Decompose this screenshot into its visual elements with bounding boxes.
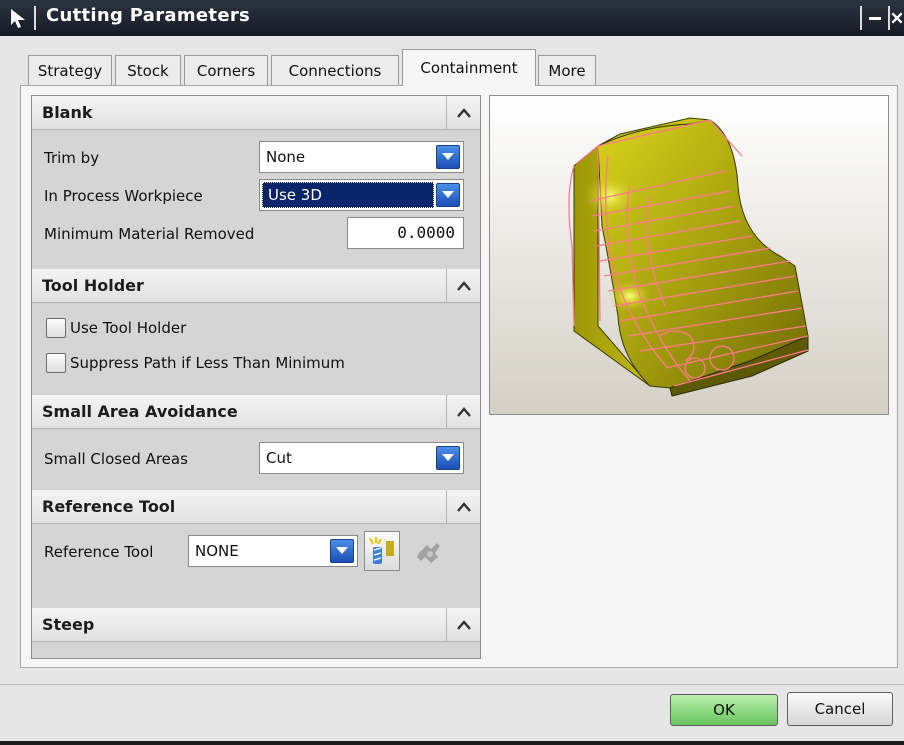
collapse-button[interactable] xyxy=(446,490,480,524)
small-closed-areas-value: Cut xyxy=(266,449,292,467)
section-reference-tool-header[interactable]: Reference Tool xyxy=(32,490,480,524)
collapse-button[interactable] xyxy=(446,269,480,303)
in-process-workpiece-value: Use 3D xyxy=(262,182,434,208)
cutting-parameters-dialog: Cutting Parameters Strategy Stock Corner… xyxy=(0,0,904,745)
section-tool-holder-header[interactable]: Tool Holder xyxy=(32,269,480,303)
select-tool-button[interactable] xyxy=(364,531,400,571)
use-tool-holder-label[interactable]: Use Tool Holder xyxy=(70,319,186,337)
tab-containment[interactable]: Containment xyxy=(402,49,536,86)
parameters-panel: Blank Trim by None In Process Workpiece … xyxy=(31,95,481,659)
containment-preview xyxy=(489,95,889,415)
collapse-up-icon xyxy=(456,281,471,291)
ok-button[interactable]: OK xyxy=(670,694,778,726)
use-tool-holder-checkbox[interactable] xyxy=(46,318,66,338)
collapse-up-icon xyxy=(456,108,471,118)
select-tool-icon xyxy=(369,537,394,564)
dropdown-arrow-icon[interactable] xyxy=(330,539,354,563)
suppress-path-checkbox[interactable] xyxy=(46,353,66,373)
in-process-workpiece-label: In Process Workpiece xyxy=(44,187,203,205)
suppress-path-label[interactable]: Suppress Path if Less Than Minimum xyxy=(70,354,345,372)
collapse-up-icon xyxy=(456,407,471,417)
collapse-up-icon xyxy=(456,620,471,630)
section-blank-body: Trim by None In Process Workpiece Use 3D… xyxy=(32,131,480,269)
title-bar: Cutting Parameters xyxy=(0,0,904,36)
trim-by-value: None xyxy=(266,148,306,166)
part-preview-image xyxy=(568,117,809,397)
window-title: Cutting Parameters xyxy=(46,5,251,26)
tab-corners[interactable]: Corners xyxy=(184,55,268,85)
collapse-button[interactable] xyxy=(446,608,480,642)
section-title: Small Area Avoidance xyxy=(42,402,238,421)
minimize-icon xyxy=(869,17,881,20)
reference-tool-dropdown[interactable]: NONE xyxy=(188,535,358,567)
trim-by-dropdown[interactable]: None xyxy=(259,141,464,173)
section-title: Tool Holder xyxy=(42,276,144,295)
section-reference-tool-body: Reference Tool NONE xyxy=(32,525,480,608)
collapse-up-icon xyxy=(456,502,471,512)
minimize-button[interactable] xyxy=(862,4,888,32)
section-steep-body xyxy=(32,643,480,658)
section-tool-holder-body: Use Tool Holder Suppress Path if Less Th… xyxy=(32,304,480,394)
dropdown-arrow-icon[interactable] xyxy=(436,183,460,207)
window-controls xyxy=(860,4,904,32)
minimum-material-removed-label: Minimum Material Removed xyxy=(44,225,255,243)
section-steep-header[interactable]: Steep xyxy=(32,608,480,642)
cursor-arrow-icon xyxy=(11,9,25,28)
reference-tool-label: Reference Tool xyxy=(44,543,154,561)
tab-stock[interactable]: Stock xyxy=(115,55,181,85)
dropdown-arrow-icon[interactable] xyxy=(436,446,460,470)
section-small-area-avoidance-header[interactable]: Small Area Avoidance xyxy=(32,395,480,429)
tab-content: Blank Trim by None In Process Workpiece … xyxy=(20,85,898,668)
footer-divider xyxy=(0,684,904,685)
cancel-button[interactable]: Cancel xyxy=(787,692,893,726)
tab-connections[interactable]: Connections xyxy=(271,55,399,85)
tab-strategy[interactable]: Strategy xyxy=(28,55,112,85)
reference-tool-value: NONE xyxy=(195,542,239,560)
section-title: Steep xyxy=(42,615,95,634)
window-bottom-edge xyxy=(0,741,904,745)
dropdown-arrow-icon[interactable] xyxy=(436,145,460,169)
section-title: Reference Tool xyxy=(42,497,176,516)
display-tool-button[interactable] xyxy=(410,531,446,571)
minimum-material-removed-input[interactable]: 0.0000 xyxy=(347,217,464,249)
trim-by-label: Trim by xyxy=(44,149,100,167)
section-small-area-avoidance-body: Small Closed Areas Cut xyxy=(32,430,480,489)
section-title: Blank xyxy=(42,103,93,122)
close-button[interactable] xyxy=(890,4,904,32)
tab-more[interactable]: More xyxy=(538,55,596,85)
small-closed-areas-label: Small Closed Areas xyxy=(44,450,188,468)
collapse-button[interactable] xyxy=(446,395,480,429)
section-blank-header[interactable]: Blank xyxy=(32,96,480,130)
small-closed-areas-dropdown[interactable]: Cut xyxy=(259,442,464,474)
collapse-button[interactable] xyxy=(446,96,480,130)
close-icon xyxy=(891,12,903,24)
in-process-workpiece-dropdown[interactable]: Use 3D xyxy=(259,179,464,211)
title-separator xyxy=(34,6,36,30)
display-tool-icon xyxy=(417,543,440,563)
